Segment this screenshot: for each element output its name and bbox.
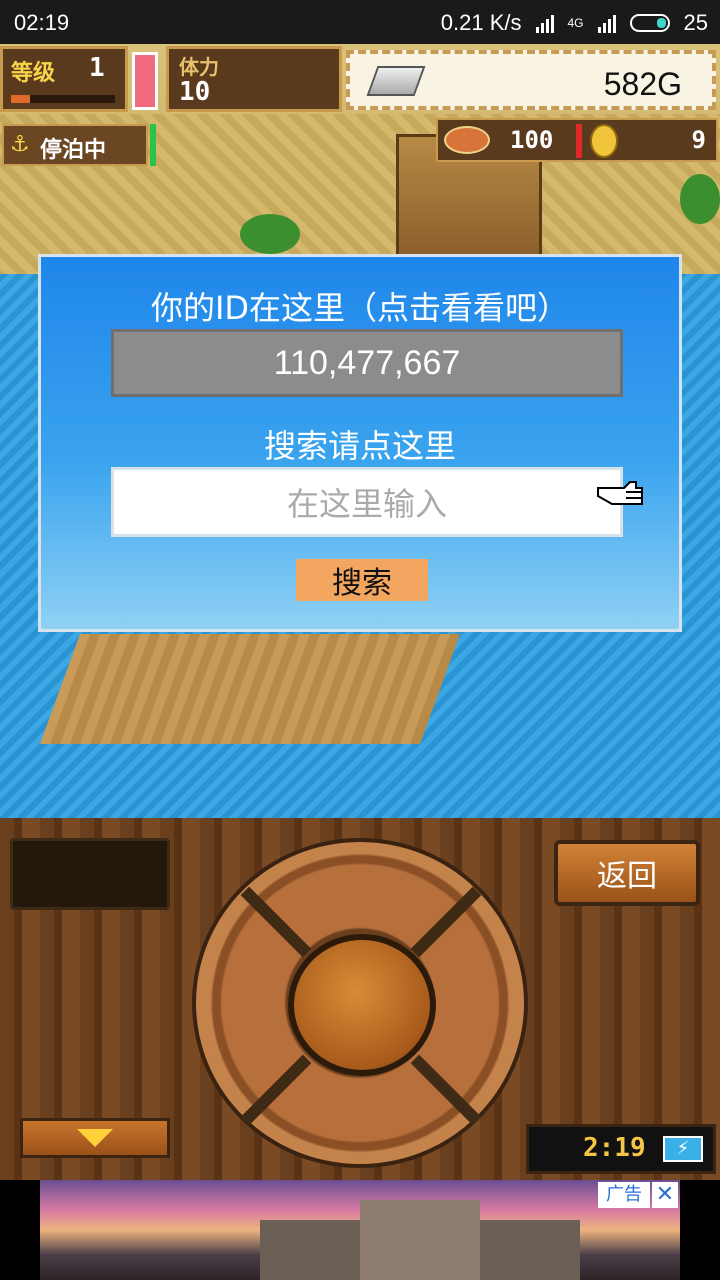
stamina-panel: 体力 10 <box>166 46 342 112</box>
level-panel: 等级 1 <box>0 46 128 112</box>
ad-banner[interactable] <box>40 1180 680 1280</box>
money-panel: 582G <box>346 50 716 110</box>
dock-status-label: 停泊中 <box>40 138 107 163</box>
center-button[interactable] <box>288 934 436 1076</box>
stamina-value: 10 <box>179 77 211 107</box>
network-speed: 0.21 K/s <box>440 10 522 35</box>
game-clock: 2:19 ⚡ <box>526 1124 716 1174</box>
controller-panel: 返回 2:19 ⚡ <box>0 818 720 1180</box>
stamina-label: 体力 <box>179 55 219 79</box>
level-value: 1 <box>89 53 105 83</box>
pointing-hand-icon <box>597 481 643 505</box>
status-right: 0.21 K/s 4G 25 <box>441 10 708 36</box>
resource-panel: 100 9 <box>436 118 718 162</box>
down-arrow-icon <box>77 1129 113 1147</box>
search-hint: 搜索请点这里 <box>263 427 456 465</box>
divider <box>576 124 582 158</box>
player-id-field[interactable]: 110,477,667 <box>111 329 623 397</box>
fish-count: 100 <box>510 126 554 154</box>
ad-image-building <box>360 1200 480 1280</box>
silver-bar-icon <box>366 66 426 96</box>
money-value: 582G <box>603 66 682 102</box>
search-input[interactable]: 在这里输入 <box>111 467 623 537</box>
status-indicator <box>150 124 156 166</box>
battery-icon <box>629 14 670 32</box>
signal-icon <box>535 13 554 33</box>
search-button[interactable]: 搜索 <box>296 559 428 601</box>
dialog-title: 你的ID在这里（点击看看吧） <box>150 289 570 327</box>
fish-icon <box>444 126 490 154</box>
back-button[interactable]: 返回 <box>554 840 700 906</box>
status-bar: 02:19 0.21 K/s 4G 25 <box>0 0 720 44</box>
clock-time: 2:19 <box>583 1133 646 1163</box>
ad-close-button[interactable]: ✕ <box>652 1182 678 1208</box>
coin-icon <box>590 124 618 158</box>
wooden-dock <box>39 634 461 744</box>
battery-charging-icon: ⚡ <box>663 1136 703 1162</box>
exp-bar <box>11 95 115 103</box>
scroll-down-button[interactable] <box>20 1118 170 1158</box>
dock-status: ⚓ 停泊中 <box>2 124 148 166</box>
network-type: 4G <box>567 16 584 30</box>
bush <box>240 214 300 254</box>
tree <box>680 174 720 224</box>
anchor-icon: ⚓ <box>10 132 30 157</box>
signal-icon-2 <box>597 13 616 33</box>
ad-label: 广告 <box>598 1182 650 1208</box>
health-gauge <box>132 52 158 110</box>
id-search-dialog: 你的ID在这里（点击看看吧） 110,477,667 搜索请点这里 在这里输入 … <box>38 254 682 632</box>
coin-count: 9 <box>691 126 706 154</box>
mini-screen <box>10 838 170 910</box>
battery-level: 25 <box>683 10 708 35</box>
level-label: 等级 <box>11 61 56 86</box>
status-time: 02:19 <box>14 10 70 35</box>
